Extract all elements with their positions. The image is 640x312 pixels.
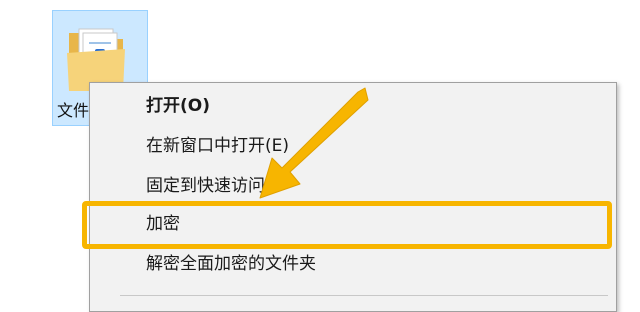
menu-separator	[120, 295, 608, 296]
folder-label: 文件	[57, 101, 90, 120]
menu-item-open[interactable]: 打开(O)	[90, 87, 616, 125]
menu-item-encrypt[interactable]: 加密	[90, 205, 616, 243]
context-menu: 打开(O) 在新窗口中打开(E) 固定到快速访问 加密 解密全面加密的文件夹	[89, 82, 617, 312]
menu-item-pin-quick-access[interactable]: 固定到快速访问	[90, 167, 616, 205]
menu-item-open-new-window[interactable]: 在新窗口中打开(E)	[90, 127, 616, 165]
menu-item-decrypt-folder[interactable]: 解密全面加密的文件夹	[90, 245, 616, 283]
